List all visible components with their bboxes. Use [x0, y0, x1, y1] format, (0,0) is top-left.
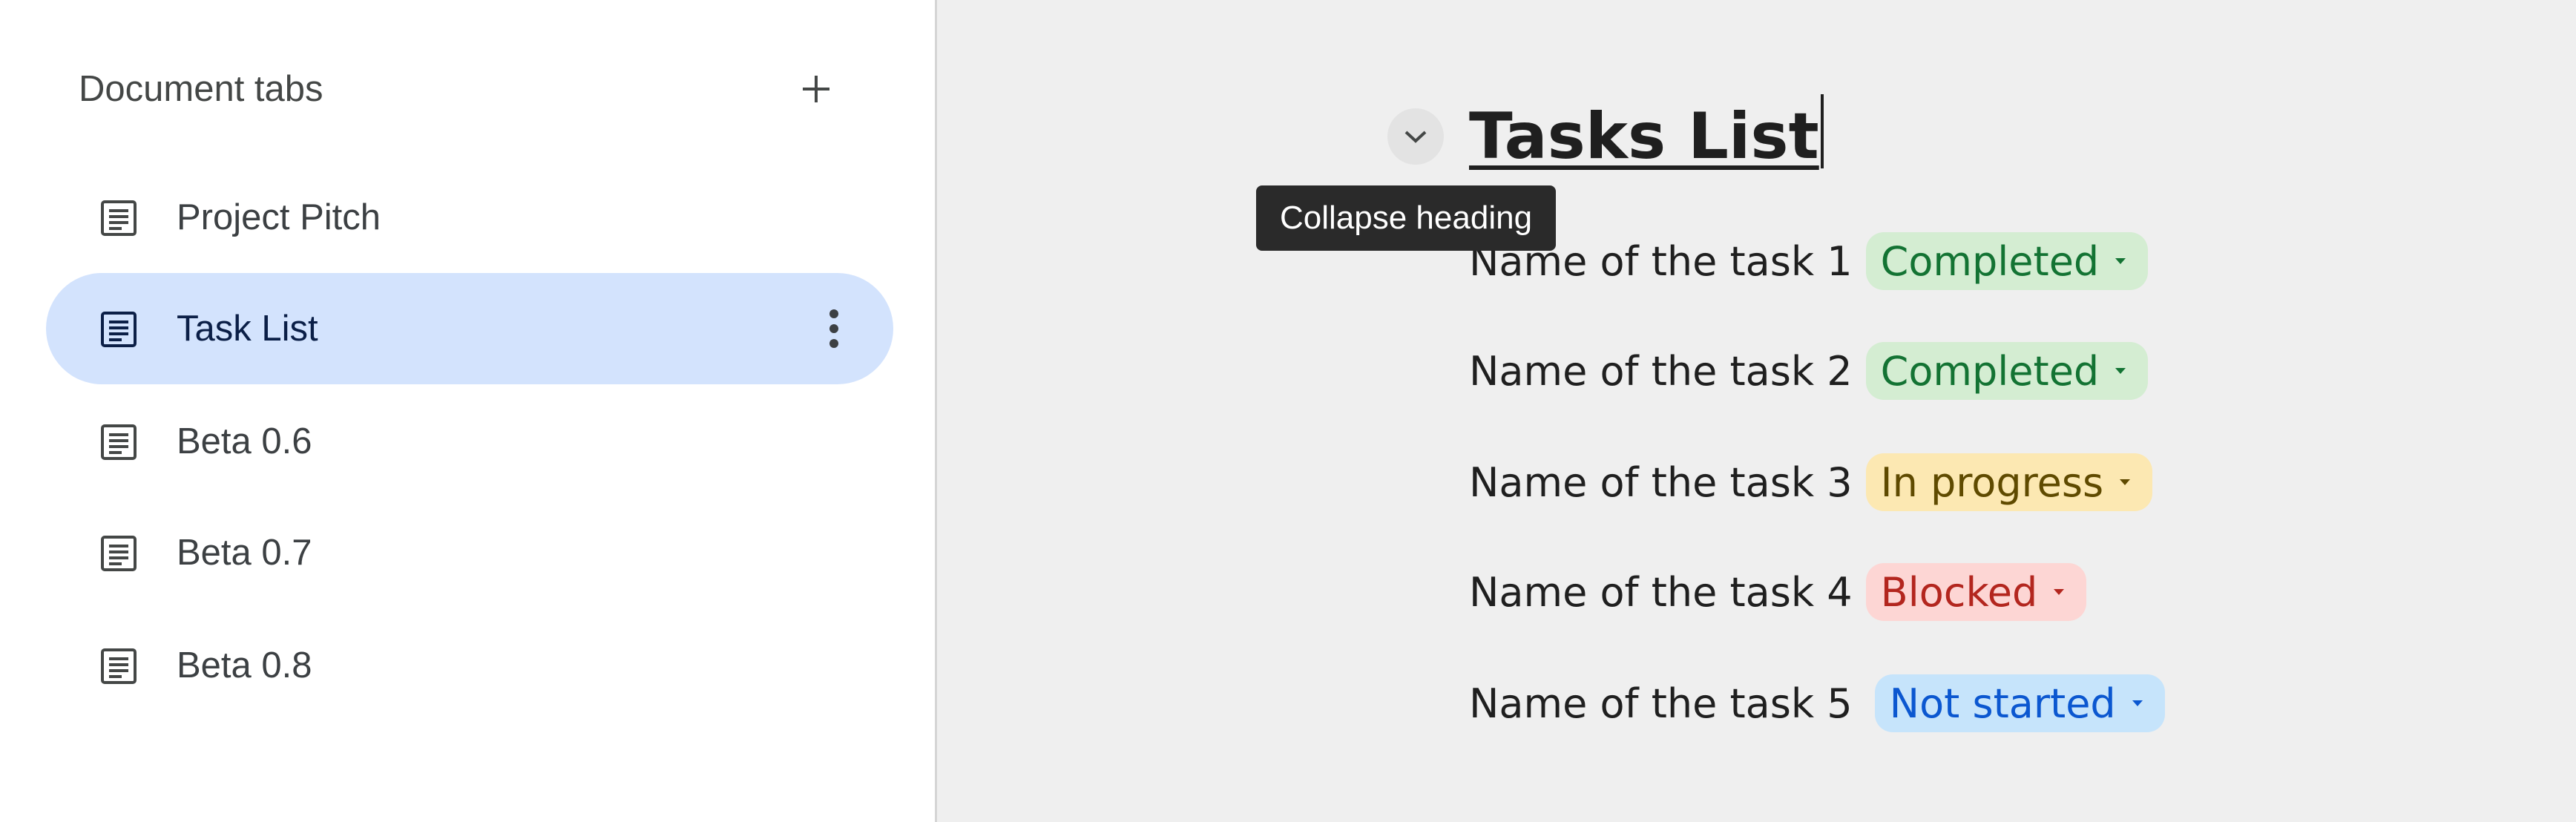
tab-label: Beta 0.7 — [177, 533, 312, 573]
tab-label: Project Pitch — [177, 197, 381, 237]
task-name: Name of the task 3 — [1469, 458, 1853, 506]
document-tabs-sidebar: Document tabs Project Pitch Task List Be… — [0, 0, 937, 822]
status-chip-label: Completed — [1880, 237, 2100, 285]
plus-icon — [803, 76, 829, 102]
status-chip-label: Blocked — [1880, 568, 2038, 616]
status-chip-label: In progress — [1880, 458, 2104, 506]
tab-task-list[interactable]: Task List — [46, 273, 893, 384]
task-name: Name of the task 4 — [1469, 568, 1853, 616]
task-row: Name of the task 4 Blocked — [1469, 562, 2087, 622]
tab-label: Task List — [177, 309, 318, 349]
status-chip[interactable]: Blocked — [1865, 563, 2087, 621]
document-icon — [101, 648, 137, 684]
document-heading[interactable]: Tasks List — [1469, 92, 1824, 181]
text-cursor — [1820, 94, 1824, 168]
tab-label: Beta 0.8 — [177, 645, 312, 685]
task-row: Name of the task 3 In progress — [1469, 453, 2153, 512]
collapse-heading-button[interactable] — [1387, 108, 1444, 165]
status-chip-label: Not started — [1889, 680, 2116, 727]
dropdown-caret-icon — [2054, 589, 2065, 595]
document-icon — [101, 312, 137, 347]
status-chip[interactable]: Completed — [1865, 342, 2149, 400]
tab-beta-0-6[interactable]: Beta 0.6 — [46, 386, 893, 497]
status-chip[interactable]: In progress — [1865, 453, 2153, 511]
tab-project-pitch[interactable]: Project Pitch — [46, 162, 893, 273]
document-icon — [101, 424, 137, 460]
chevron-down-icon — [1404, 131, 1427, 143]
add-tab-button[interactable] — [786, 59, 846, 119]
task-row: Name of the task 1 Completed — [1469, 231, 2149, 291]
task-row: Name of the task 2 Completed — [1469, 341, 2149, 401]
dropdown-caret-icon — [2115, 258, 2126, 264]
status-chip[interactable]: Completed — [1865, 232, 2149, 290]
tab-beta-0-8[interactable]: Beta 0.8 — [46, 610, 893, 721]
status-chip[interactable]: Not started — [1874, 674, 2165, 732]
collapse-heading-tooltip: Collapse heading — [1256, 185, 1557, 251]
more-vertical-icon — [829, 309, 838, 348]
document-icon — [101, 200, 137, 236]
dropdown-caret-icon — [2115, 368, 2126, 374]
tab-label: Beta 0.6 — [177, 421, 312, 461]
tab-options-button[interactable] — [804, 299, 864, 358]
task-row: Name of the task 5 Not started — [1469, 674, 2165, 733]
dropdown-caret-icon — [2120, 479, 2131, 485]
tab-beta-0-7[interactable]: Beta 0.7 — [46, 497, 893, 608]
document-icon — [101, 536, 137, 571]
sidebar-title: Document tabs — [79, 69, 323, 109]
heading-text: Tasks List — [1469, 99, 1819, 174]
task-name: Name of the task 5 — [1469, 680, 1853, 727]
task-name: Name of the task 2 — [1469, 347, 1853, 395]
dropdown-caret-icon — [2132, 700, 2143, 706]
status-chip-label: Completed — [1880, 347, 2100, 395]
